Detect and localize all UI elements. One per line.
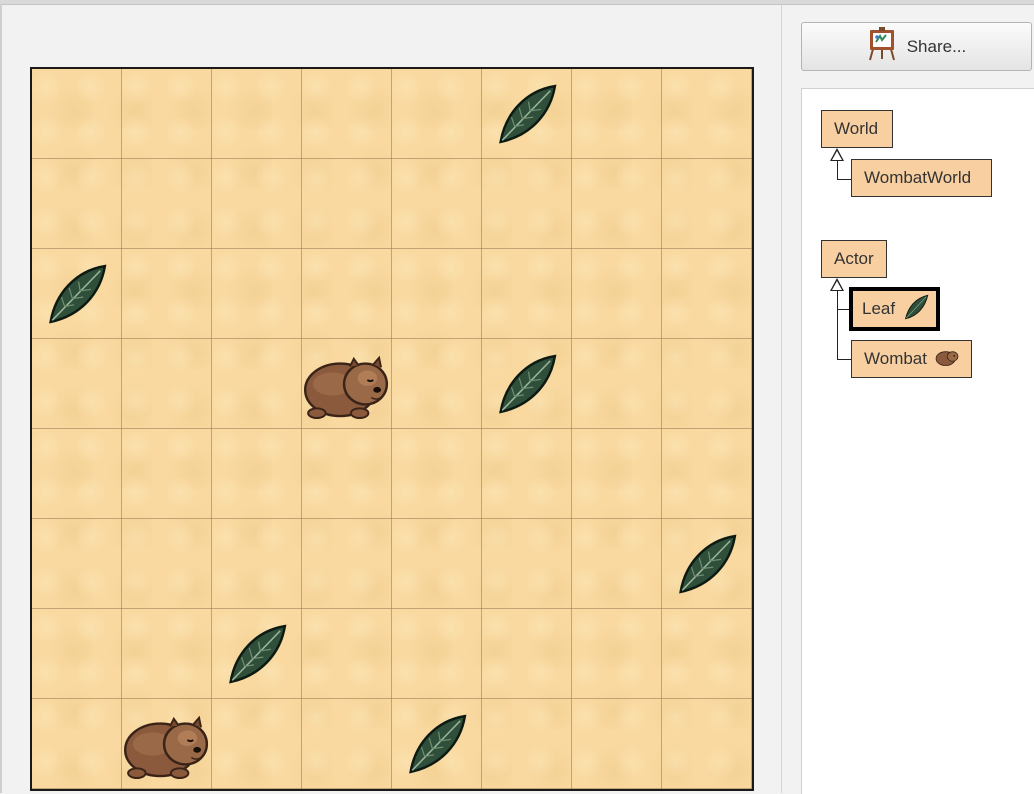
wombat-icon xyxy=(123,715,209,779)
inheritance-line xyxy=(837,179,851,180)
leaf-icon xyxy=(229,624,287,684)
leaf-icon xyxy=(679,534,737,594)
class-wombatworld[interactable]: WombatWorld xyxy=(851,159,992,197)
inheritance-line xyxy=(837,359,851,360)
class-leaf[interactable]: Leaf xyxy=(849,287,940,331)
leaf-actor[interactable] xyxy=(32,249,122,339)
share-button-label: Share... xyxy=(906,36,967,56)
wombat-icon xyxy=(935,347,959,372)
class-actor[interactable]: Actor xyxy=(821,240,887,278)
class-world[interactable]: World xyxy=(821,110,893,148)
leaf-icon xyxy=(499,84,557,144)
leaf-icon xyxy=(499,354,557,414)
inheritance-line xyxy=(837,291,838,359)
wombat-actor[interactable] xyxy=(122,699,212,789)
leaf-icon xyxy=(49,264,107,324)
class-wombatworld-label: WombatWorld xyxy=(864,168,972,187)
inheritance-arrow-head-fill xyxy=(832,281,842,290)
class-leaf-label: Leaf xyxy=(862,299,896,318)
class-actor-label: Actor xyxy=(834,249,874,268)
world-grid[interactable] xyxy=(30,67,754,791)
share-button[interactable]: Share... xyxy=(801,22,1032,71)
leaf-actor[interactable] xyxy=(482,339,572,429)
inheritance-line xyxy=(837,161,838,179)
class-wombat-label: Wombat xyxy=(864,349,927,368)
leaf-actor[interactable] xyxy=(482,69,572,159)
wombat-actor[interactable] xyxy=(302,339,392,429)
class-world-label: World xyxy=(834,119,879,138)
wombat-icon xyxy=(303,355,389,419)
inheritance-arrow-head-fill xyxy=(832,151,842,160)
leaf-icon xyxy=(409,714,467,774)
leaf-icon xyxy=(903,294,929,325)
leaf-actor[interactable] xyxy=(212,609,302,699)
class-wombat[interactable]: Wombat xyxy=(851,340,972,378)
leaf-actor[interactable] xyxy=(392,699,482,789)
easel-share-icon xyxy=(867,27,897,66)
leaf-actor[interactable] xyxy=(662,519,752,609)
